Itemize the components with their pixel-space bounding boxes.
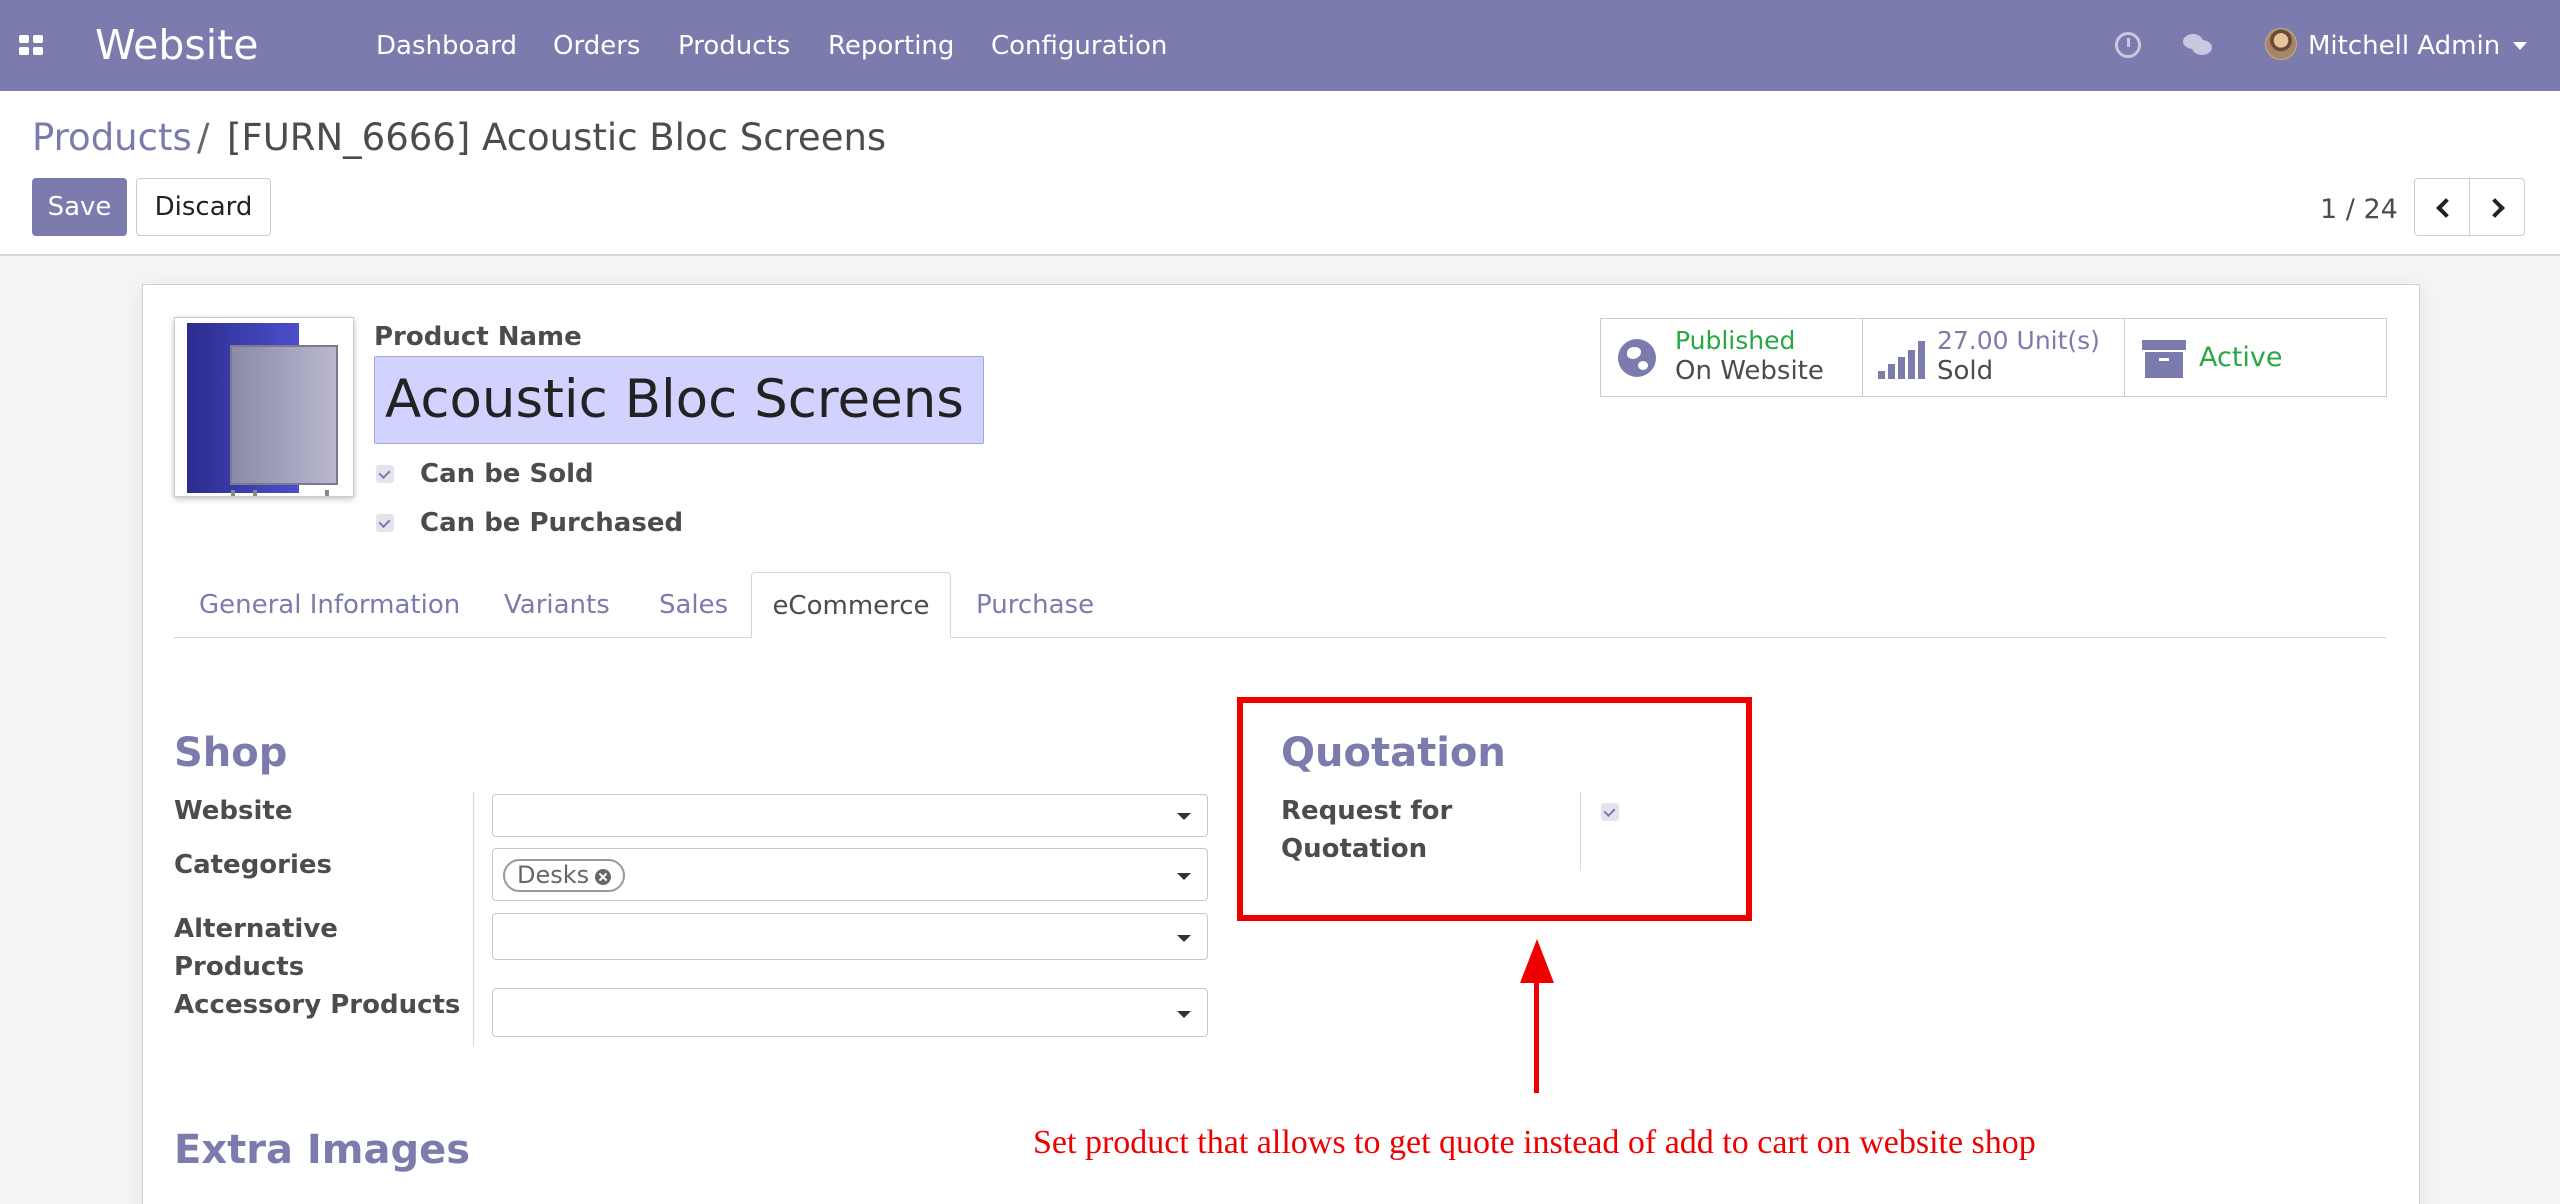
menu-dashboard[interactable]: Dashboard — [376, 28, 517, 64]
app-brand[interactable]: Website — [95, 20, 258, 70]
website-select[interactable] — [492, 794, 1208, 837]
product-name-label: Product Name — [374, 322, 582, 352]
categories-label: Categories — [174, 850, 333, 880]
caret-down-icon[interactable] — [2513, 42, 2527, 50]
chevron-right-icon — [2485, 198, 2505, 218]
pager-next-button[interactable] — [2469, 178, 2525, 236]
arrow-shaft — [1534, 960, 1539, 1093]
caret-down-icon — [1177, 1011, 1191, 1018]
can-be-sold-checkbox[interactable] — [376, 465, 394, 483]
published-status: Published — [1675, 326, 1796, 355]
archive-icon — [2142, 340, 2186, 378]
alternative-products-select[interactable] — [492, 913, 1208, 960]
menu-orders[interactable]: Orders — [553, 28, 640, 64]
discard-button[interactable]: Discard — [136, 178, 271, 236]
product-image[interactable] — [174, 317, 354, 497]
chevron-left-icon — [2436, 198, 2456, 218]
can-be-purchased-checkbox[interactable] — [376, 514, 394, 532]
active-label: Active — [2199, 342, 2283, 373]
product-name-input[interactable]: Acoustic Bloc Screens — [374, 356, 984, 444]
caret-down-icon — [1177, 873, 1191, 880]
sold-stat-button[interactable]: 27.00 Unit(s) Sold — [1862, 318, 2125, 397]
clock-icon[interactable] — [2115, 32, 2141, 58]
caret-down-icon — [1177, 935, 1191, 942]
globe-icon — [1618, 339, 1656, 377]
website-published-button[interactable]: Published On Website — [1600, 318, 1863, 397]
published-sub: On Website — [1675, 356, 1824, 386]
pager-previous-button[interactable] — [2414, 178, 2470, 236]
can-be-sold-label: Can be Sold — [420, 459, 594, 489]
tab-ecommerce[interactable]: eCommerce — [751, 572, 951, 638]
highlight-frame — [1237, 697, 1752, 921]
alternative-products-label-line1: Alternative — [174, 914, 338, 944]
category-tag[interactable]: Desks — [503, 859, 626, 892]
shop-group-title: Shop — [174, 730, 288, 776]
website-label: Website — [174, 796, 293, 826]
sold-quantity: 27.00 Unit(s) — [1937, 326, 2100, 355]
menu-products[interactable]: Products — [678, 28, 790, 64]
categories-select[interactable]: Desks — [492, 848, 1208, 901]
caret-down-icon — [1177, 813, 1191, 820]
breadcrumb-current: [FURN_6666] Acoustic Bloc Screens — [227, 116, 887, 159]
sold-label: Sold — [1937, 356, 1994, 386]
extra-images-title: Extra Images — [174, 1127, 471, 1173]
tab-sales[interactable]: Sales — [643, 572, 744, 638]
remove-tag-icon[interactable] — [595, 869, 612, 885]
tab-general-information[interactable]: General Information — [183, 572, 476, 638]
breadcrumb-separator: / — [197, 116, 210, 159]
pager-value[interactable]: 1 / 24 — [2320, 192, 2398, 228]
control-panel: Products / [FURN_6666] Acoustic Bloc Scr… — [0, 91, 2560, 256]
tab-variants[interactable]: Variants — [488, 572, 626, 638]
user-menu[interactable]: Mitchell Admin — [2308, 28, 2500, 64]
chat-icon[interactable] — [2183, 34, 2213, 56]
accessory-products-select[interactable] — [492, 988, 1208, 1037]
field-separator — [473, 792, 474, 1047]
can-be-purchased-label: Can be Purchased — [420, 508, 684, 538]
active-toggle-button[interactable]: Active — [2124, 318, 2387, 397]
alternative-products-label-line2: Products — [174, 952, 305, 982]
menu-configuration[interactable]: Configuration — [991, 28, 1167, 64]
annotation-text: Set product that allows to get quote ins… — [1033, 1124, 2036, 1161]
avatar[interactable] — [2265, 28, 2297, 60]
save-button[interactable]: Save — [32, 178, 127, 236]
apps-menu-icon[interactable] — [19, 35, 43, 55]
menu-reporting[interactable]: Reporting — [828, 28, 954, 64]
top-navbar: Website Dashboard Orders Products Report… — [0, 0, 2560, 91]
tab-purchase[interactable]: Purchase — [960, 572, 1110, 638]
breadcrumb-parent-link[interactable]: Products — [32, 115, 192, 161]
accessory-products-label: Accessory Products — [174, 990, 461, 1020]
signal-bars-icon — [1878, 341, 1928, 379]
